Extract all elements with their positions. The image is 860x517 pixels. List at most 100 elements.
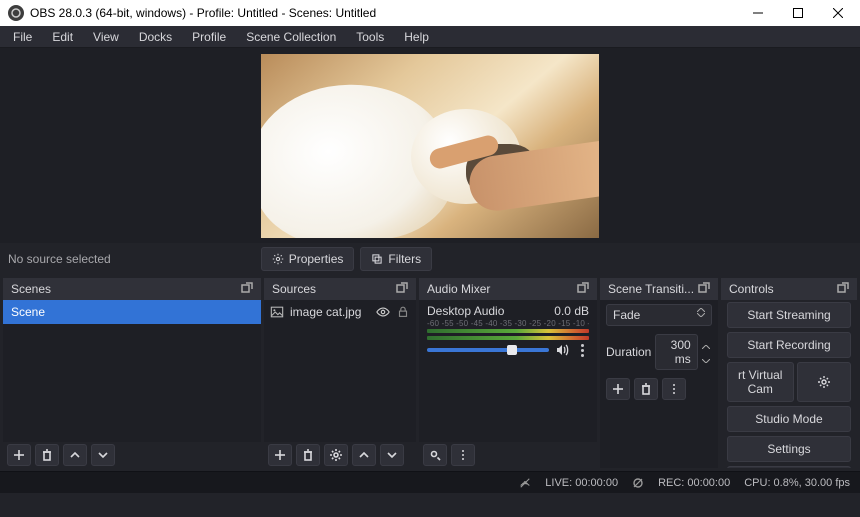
menu-profile[interactable]: Profile (183, 28, 235, 46)
add-scene-button[interactable] (7, 444, 31, 466)
chevron-updown-icon[interactable] (702, 338, 712, 366)
transitions-dock: Scene Transiti... Fade Duration 300 ms (600, 278, 718, 468)
mixer-menu-button[interactable] (451, 444, 475, 466)
source-name: image cat.jpg (290, 305, 370, 319)
scenes-title: Scenes (11, 282, 51, 296)
preview-canvas[interactable] (261, 54, 599, 238)
eye-icon[interactable] (376, 305, 390, 319)
menu-file[interactable]: File (4, 28, 41, 46)
volume-slider[interactable] (427, 348, 549, 352)
sources-footer (264, 442, 416, 468)
meter-bar (427, 329, 589, 333)
source-down-button[interactable] (380, 444, 404, 466)
source-item[interactable]: image cat.jpg (264, 300, 416, 324)
mixer-header[interactable]: Audio Mixer (419, 278, 597, 300)
source-properties-button[interactable] (324, 444, 348, 466)
scene-down-button[interactable] (91, 444, 115, 466)
scenes-list[interactable]: Scene (3, 300, 261, 442)
source-up-button[interactable] (352, 444, 376, 466)
docks-row: Scenes Scene Sources image cat.jpg (0, 275, 860, 471)
filters-icon (371, 253, 383, 265)
virtual-cam-button[interactable]: rt Virtual Cam (727, 362, 794, 402)
gear-icon (272, 253, 284, 265)
sources-header[interactable]: Sources (264, 278, 416, 300)
transition-menu-button[interactable] (662, 378, 686, 400)
add-source-button[interactable] (268, 444, 292, 466)
minimize-button[interactable] (738, 0, 778, 26)
duration-input[interactable]: 300 ms (655, 334, 697, 370)
transitions-body: Fade Duration 300 ms (600, 300, 718, 468)
live-status: LIVE: 00:00:00 (545, 477, 618, 489)
mixer-footer (419, 442, 597, 468)
controls-body: Start Streaming Start Recording rt Virtu… (721, 300, 857, 468)
menu-edit[interactable]: Edit (43, 28, 82, 46)
menu-tools[interactable]: Tools (347, 28, 393, 46)
sources-list[interactable]: image cat.jpg (264, 300, 416, 442)
start-recording-button[interactable]: Start Recording (727, 332, 851, 358)
speaker-icon[interactable] (555, 343, 569, 357)
rec-status: REC: 00:00:00 (658, 477, 730, 489)
popout-icon[interactable] (698, 282, 710, 297)
add-transition-button[interactable] (606, 378, 630, 400)
close-button[interactable] (818, 0, 858, 26)
mixer-body: Desktop Audio 0.0 dB -60 -55 -50 -45 -40… (419, 300, 597, 442)
track-level: 0.0 dB (554, 304, 589, 318)
menu-scene-collection[interactable]: Scene Collection (237, 28, 345, 46)
app-icon (8, 5, 24, 21)
popout-icon[interactable] (837, 282, 849, 297)
popout-icon[interactable] (241, 282, 253, 297)
scenes-header[interactable]: Scenes (3, 278, 261, 300)
properties-label: Properties (289, 252, 344, 266)
popout-icon[interactable] (577, 282, 589, 297)
popout-icon[interactable] (396, 282, 408, 297)
filters-button[interactable]: Filters (360, 247, 432, 271)
preview-area[interactable] (0, 48, 860, 243)
maximize-button[interactable] (778, 0, 818, 26)
studio-mode-button[interactable]: Studio Mode (727, 406, 851, 432)
volume-thumb[interactable] (507, 345, 517, 355)
source-status-label: No source selected (8, 252, 111, 266)
filters-label: Filters (388, 252, 421, 266)
settings-button[interactable]: Settings (727, 436, 851, 462)
controls-header[interactable]: Controls (721, 278, 857, 300)
window-title: OBS 28.0.3 (64-bit, windows) - Profile: … (30, 6, 738, 20)
scene-item[interactable]: Scene (3, 300, 261, 324)
remove-source-button[interactable] (296, 444, 320, 466)
chevron-updown-icon (697, 308, 705, 322)
transitions-title: Scene Transiti... (608, 282, 694, 296)
statusbar: LIVE: 00:00:00 REC: 00:00:00 CPU: 0.8%, … (0, 471, 860, 493)
virtual-cam-settings-button[interactable] (797, 362, 852, 402)
window-titlebar: OBS 28.0.3 (64-bit, windows) - Profile: … (0, 0, 860, 26)
duration-label: Duration (606, 345, 651, 359)
exit-button[interactable]: Exit (727, 466, 851, 468)
menu-help[interactable]: Help (395, 28, 438, 46)
properties-button[interactable]: Properties (261, 247, 355, 271)
sources-dock: Sources image cat.jpg (264, 278, 416, 468)
scenes-dock: Scenes Scene (3, 278, 261, 468)
rec-icon (632, 477, 644, 489)
image-icon (270, 305, 284, 319)
remove-scene-button[interactable] (35, 444, 59, 466)
mixer-advanced-button[interactable] (423, 444, 447, 466)
scene-up-button[interactable] (63, 444, 87, 466)
start-streaming-button[interactable]: Start Streaming (727, 302, 851, 328)
meter-bar (427, 336, 589, 340)
menubar: File Edit View Docks Profile Scene Colle… (0, 26, 860, 48)
controls-title: Controls (729, 282, 774, 296)
meter-scale: -60 -55 -50 -45 -40 -35 -30 -25 -20 -15 … (427, 319, 589, 328)
lock-icon[interactable] (396, 305, 410, 319)
menu-view[interactable]: View (84, 28, 128, 46)
network-icon (519, 477, 531, 489)
mixer-title: Audio Mixer (427, 282, 490, 296)
controls-dock: Controls Start Streaming Start Recording… (721, 278, 857, 468)
menu-docks[interactable]: Docks (130, 28, 181, 46)
cpu-status: CPU: 0.8%, 30.00 fps (744, 477, 850, 489)
sources-title: Sources (272, 282, 316, 296)
transition-value: Fade (613, 308, 640, 322)
mixer-dock: Audio Mixer Desktop Audio 0.0 dB -60 -55… (419, 278, 597, 468)
track-menu-button[interactable] (575, 344, 589, 357)
remove-transition-button[interactable] (634, 378, 658, 400)
transition-select[interactable]: Fade (606, 304, 712, 326)
track-name: Desktop Audio (427, 304, 504, 318)
transitions-header[interactable]: Scene Transiti... (600, 278, 718, 300)
